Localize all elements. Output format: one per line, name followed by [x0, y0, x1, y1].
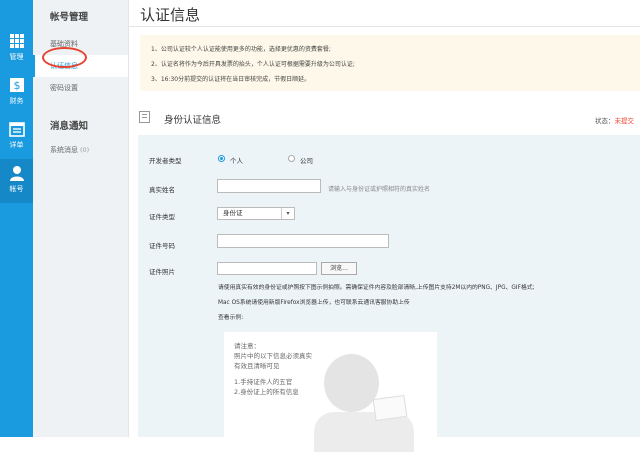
radio-personal-label[interactable]: 个人	[230, 155, 243, 165]
sidebar-section-notifications: 消息通知	[50, 121, 89, 132]
browse-button[interactable]: 浏览...	[321, 262, 357, 275]
dev-type-label: 开发者类型	[149, 157, 182, 165]
notice-line-1: 1、公司认证较个人认证能使用更多的功能，选择更优惠的资费套餐;	[151, 46, 331, 53]
real-name-hint: 请输入与身份证或护照相符的真实姓名	[328, 186, 431, 193]
nav-account-label: 帐号	[9, 185, 24, 193]
app-nav-rail: 管理 $ 财务 详单 帐号	[0, 0, 33, 437]
status-value: 未提交	[614, 117, 635, 125]
sidebar-item-system-messages[interactable]: 系统消息 (0)	[33, 139, 128, 161]
nav-finance[interactable]: $ 财务	[0, 71, 33, 115]
section-title: 身份认证信息	[164, 115, 222, 126]
real-name-input[interactable]	[217, 179, 321, 193]
title-divider	[129, 26, 640, 27]
highlight-circle	[42, 47, 87, 68]
identity-form: 开发者类型 个人 公司 真实姓名 请输入与身份证或护照相符的真实姓名 证件类型 …	[138, 135, 640, 452]
status-label: 状态：	[595, 117, 615, 125]
main-content: 认证信息 1、公司认证较个人认证能使用更多的功能，选择更优惠的资费套餐; 2、认…	[129, 0, 640, 452]
user-icon	[9, 166, 24, 181]
example-person-head	[324, 354, 379, 412]
notice-line-2: 2、认证名将作为今后开具发票的抬头，个人认证可根据需要升级为公司认证;	[151, 61, 355, 68]
sidebar-section-account: 帐号管理	[50, 12, 89, 23]
nav-details[interactable]: 详单	[0, 115, 33, 159]
page-title: 认证信息	[140, 6, 201, 24]
example-person-body	[314, 412, 414, 452]
doc-number-label: 证件号码	[149, 242, 175, 250]
real-name-label: 真实姓名	[149, 186, 175, 194]
doc-type-select[interactable]: 身份证 ▾	[217, 207, 295, 220]
svg-text:$: $	[13, 79, 20, 92]
calendar-icon	[8, 122, 25, 137]
file-path-input[interactable]	[217, 262, 317, 275]
nav-manage[interactable]: 管理	[0, 27, 33, 71]
example-text-4: 1.手持证件人的五官	[234, 378, 293, 386]
nav-manage-label: 管理	[9, 53, 24, 61]
system-messages-count: (0)	[80, 146, 90, 154]
radio-company[interactable]	[288, 155, 295, 162]
example-text-3: 有效且清晰可见	[234, 362, 280, 370]
example-image: 请注意： 照片中的以下信息必须真实 有效且清晰可见 1.手持证件人的五官 2.身…	[224, 332, 437, 452]
status-indicator: 状态：未提交	[595, 115, 634, 125]
doc-photo-label: 证件照片	[149, 268, 175, 276]
section-header: 身份认证信息 状态：未提交	[129, 104, 640, 130]
system-messages-label: 系统消息	[50, 146, 78, 154]
radio-personal[interactable]	[218, 155, 225, 162]
id-card-icon	[139, 111, 150, 123]
example-text-5: 2.身份证上的所有信息	[234, 388, 299, 396]
example-id-card	[372, 394, 408, 422]
nav-finance-label: 财务	[9, 97, 24, 105]
sidebar-item-password[interactable]: 密码设置	[33, 77, 128, 99]
nav-details-label: 详单	[9, 141, 24, 149]
photo-note: 请使用真实有效的身份证或护照按下图示例拍照。需确保证件内容及脸部清晰,上传图片支…	[218, 285, 535, 291]
chevron-down-icon: ▾	[281, 208, 294, 219]
nav-account[interactable]: 帐号	[0, 159, 33, 203]
example-text-2: 照片中的以下信息必须真实	[234, 352, 312, 360]
finance-icon: $	[9, 78, 24, 92]
doc-type-value: 身份证	[223, 209, 243, 217]
mac-note: Mac OS系统请使用新版Firefox浏览器上传，也可联系云通讯客服协助上传	[218, 300, 410, 306]
notice-line-3: 3、16:30分前提交的认证将在当日审核完成，节假日顺延。	[151, 76, 311, 83]
doc-number-input[interactable]	[217, 234, 389, 248]
example-label: 查看示例:	[218, 315, 244, 321]
notice-box: 1、公司认证较个人认证能使用更多的功能，选择更优惠的资费套餐; 2、认证名将作为…	[140, 35, 640, 91]
grid-icon	[9, 34, 24, 48]
account-sidebar: 帐号管理 基础资料 认证信息 密码设置 消息通知 系统消息 (0)	[33, 0, 129, 437]
example-text-1: 请注意：	[234, 342, 260, 350]
doc-type-label: 证件类型	[149, 213, 175, 221]
radio-company-label[interactable]: 公司	[300, 155, 313, 165]
